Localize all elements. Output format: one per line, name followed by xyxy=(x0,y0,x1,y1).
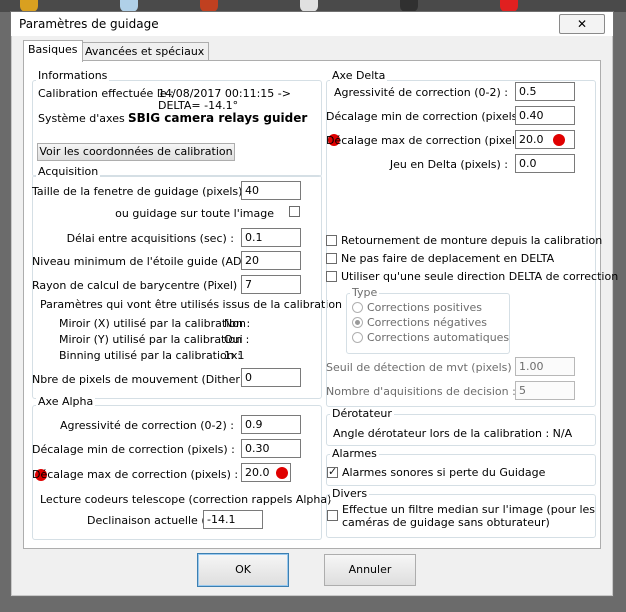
button-label: Voir les coordonnées de calibration xyxy=(39,145,233,158)
mirror-y-value: Oui xyxy=(224,333,243,346)
dither-label: Nbre de pixels de mouvement (Dither) : xyxy=(32,373,252,386)
one-direction-checkbox[interactable] xyxy=(326,271,337,282)
sound-alarm-checkbox[interactable] xyxy=(327,465,338,478)
group-label: Axe Alpha xyxy=(36,395,96,408)
delay-label: Délai entre acquisitions (sec) : xyxy=(66,232,234,245)
mirror-x-label: Miroir (X) utilisé par la calibration : xyxy=(59,317,251,330)
group-label: Dérotateur xyxy=(330,407,394,420)
params-heading: Paramètres qui vont être utilisés issus … xyxy=(40,298,343,311)
median-filter-checkbox[interactable] xyxy=(327,510,338,521)
delta-max-offset-label: Décalage max de correction (pixels) : xyxy=(326,134,533,147)
min-star-label: Niveau minimum de l'étoile guide (ADU) : xyxy=(32,255,262,268)
window-size-input[interactable]: 40 xyxy=(241,181,301,200)
delta-min-offset-input[interactable]: 0.40 xyxy=(515,106,575,125)
delta-min-offset-label: Décalage min de correction (pixels) : xyxy=(326,110,529,123)
derotator-angle-label: Angle dérotateur lors de la calibration … xyxy=(333,427,573,440)
view-calibration-coords-button[interactable]: Voir les coordonnées de calibration xyxy=(37,143,235,161)
alpha-min-offset-label: Décalage min de correction (pixels) : xyxy=(32,443,235,456)
title-bar[interactable]: Paramètres de guidage ✕ xyxy=(11,12,613,36)
flip-checkbox[interactable] xyxy=(326,235,337,246)
alpha-aggressiveness-label: Agressivité de correction (0-2) : xyxy=(60,419,234,432)
radius-input[interactable]: 7 xyxy=(241,275,301,294)
delay-input[interactable]: 0.1 xyxy=(241,228,301,247)
ok-button[interactable]: OK xyxy=(197,553,289,587)
calibration-label: Calibration effectuée le : xyxy=(38,87,174,100)
min-star-input[interactable]: 20 xyxy=(241,251,301,270)
delta-max-offset-input[interactable]: 20.0 xyxy=(515,130,575,149)
binning-label: Binning utilisé par la calibration : xyxy=(59,349,241,362)
red-marker-dot xyxy=(276,467,288,479)
tab-basiques[interactable]: Basiques xyxy=(23,40,83,62)
window-title: Paramètres de guidage xyxy=(19,17,159,31)
cancel-button[interactable]: Annuler xyxy=(324,554,416,586)
axes-value: SBIG camera relays guider xyxy=(128,111,308,125)
one-direction-label: Utiliser qu'une seule direction DELTA de… xyxy=(341,270,619,283)
group-label: Alarmes xyxy=(330,447,379,460)
no-delta-move-label: Ne pas faire de deplacement en DELTA xyxy=(341,252,555,265)
delta-aggressiveness-input[interactable]: 0.5 xyxy=(515,82,575,101)
radio-automatic[interactable] xyxy=(352,332,363,343)
full-image-checkbox[interactable] xyxy=(289,206,300,217)
binning-value: 1x1 xyxy=(224,349,245,362)
dither-input[interactable]: 0 xyxy=(241,368,301,387)
no-delta-move-checkbox[interactable] xyxy=(326,253,337,264)
group-label: Acquisition xyxy=(36,165,101,178)
tab-avancees[interactable]: Avancées et spéciaux xyxy=(80,42,210,61)
delta-backlash-input[interactable]: 0.0 xyxy=(515,154,575,173)
alpha-min-offset-input[interactable]: 0.30 xyxy=(241,439,301,458)
group-label: Axe Delta xyxy=(330,69,388,82)
mirror-x-value: Non xyxy=(224,317,246,330)
tab-page-basiques: Informations Calibration effectuée le : … xyxy=(23,60,618,549)
dialog-window: Paramètres de guidage ✕ Basiques Avancée… xyxy=(10,11,618,597)
close-button[interactable]: ✕ xyxy=(559,14,605,34)
sound-alarm-label: Alarmes sonores si perte du Guidage xyxy=(342,466,546,479)
radio-positive[interactable] xyxy=(352,302,363,313)
flip-label: Retournement de monture depuis la calibr… xyxy=(341,234,603,247)
median-filter-label-line2: caméras de guidage sans obturateur) xyxy=(342,516,550,529)
alpha-max-offset-label: Décalage max de correction (pixels) : xyxy=(32,468,239,481)
decision-label: Nombre d'aquisitions de decision : xyxy=(326,385,516,398)
threshold-label: Seuil de détection de mvt (pixels) : xyxy=(326,361,519,374)
full-image-label: ou guidage sur toute l'image xyxy=(115,207,274,220)
delta-aggressiveness-label: Agressivité de correction (0-2) : xyxy=(334,86,508,99)
radio-automatic-label: Corrections automatiques xyxy=(367,331,510,344)
group-label: Informations xyxy=(36,69,110,82)
red-marker-dot xyxy=(553,134,565,146)
radius-label: Rayon de calcul de barycentre (Pixel) : xyxy=(32,279,245,292)
decision-input[interactable]: 5 xyxy=(515,381,575,400)
window-size-label: Taille de la fenetre de guidage (pixels)… xyxy=(32,185,250,198)
tab-label: Basiques xyxy=(28,43,78,56)
close-icon: ✕ xyxy=(576,17,588,31)
threshold-input[interactable]: 1.00 xyxy=(515,357,575,376)
mirror-y-label: Miroir (Y) utilisé par la calibration : xyxy=(59,333,250,346)
radio-negative-label: Corrections négatives xyxy=(367,316,487,329)
median-filter-label: Effectue un filtre median sur l'image (p… xyxy=(342,503,596,516)
declination-input[interactable]: -14.1 xyxy=(203,510,263,529)
tab-label: Avancées et spéciaux xyxy=(85,45,205,58)
axes-label: Système d'axes : xyxy=(38,112,132,125)
encoders-label: Lecture codeurs telescope (correction ra… xyxy=(40,493,332,506)
group-label: Type xyxy=(350,286,380,299)
button-label: OK xyxy=(235,563,251,576)
alpha-aggressiveness-input[interactable]: 0.9 xyxy=(241,415,301,434)
radio-negative[interactable] xyxy=(352,317,363,328)
delta-backlash-label: Jeu en Delta (pixels) : xyxy=(389,158,508,171)
radio-positive-label: Corrections positives xyxy=(367,301,483,314)
group-label: Divers xyxy=(330,487,370,500)
button-label: Annuler xyxy=(348,563,392,576)
